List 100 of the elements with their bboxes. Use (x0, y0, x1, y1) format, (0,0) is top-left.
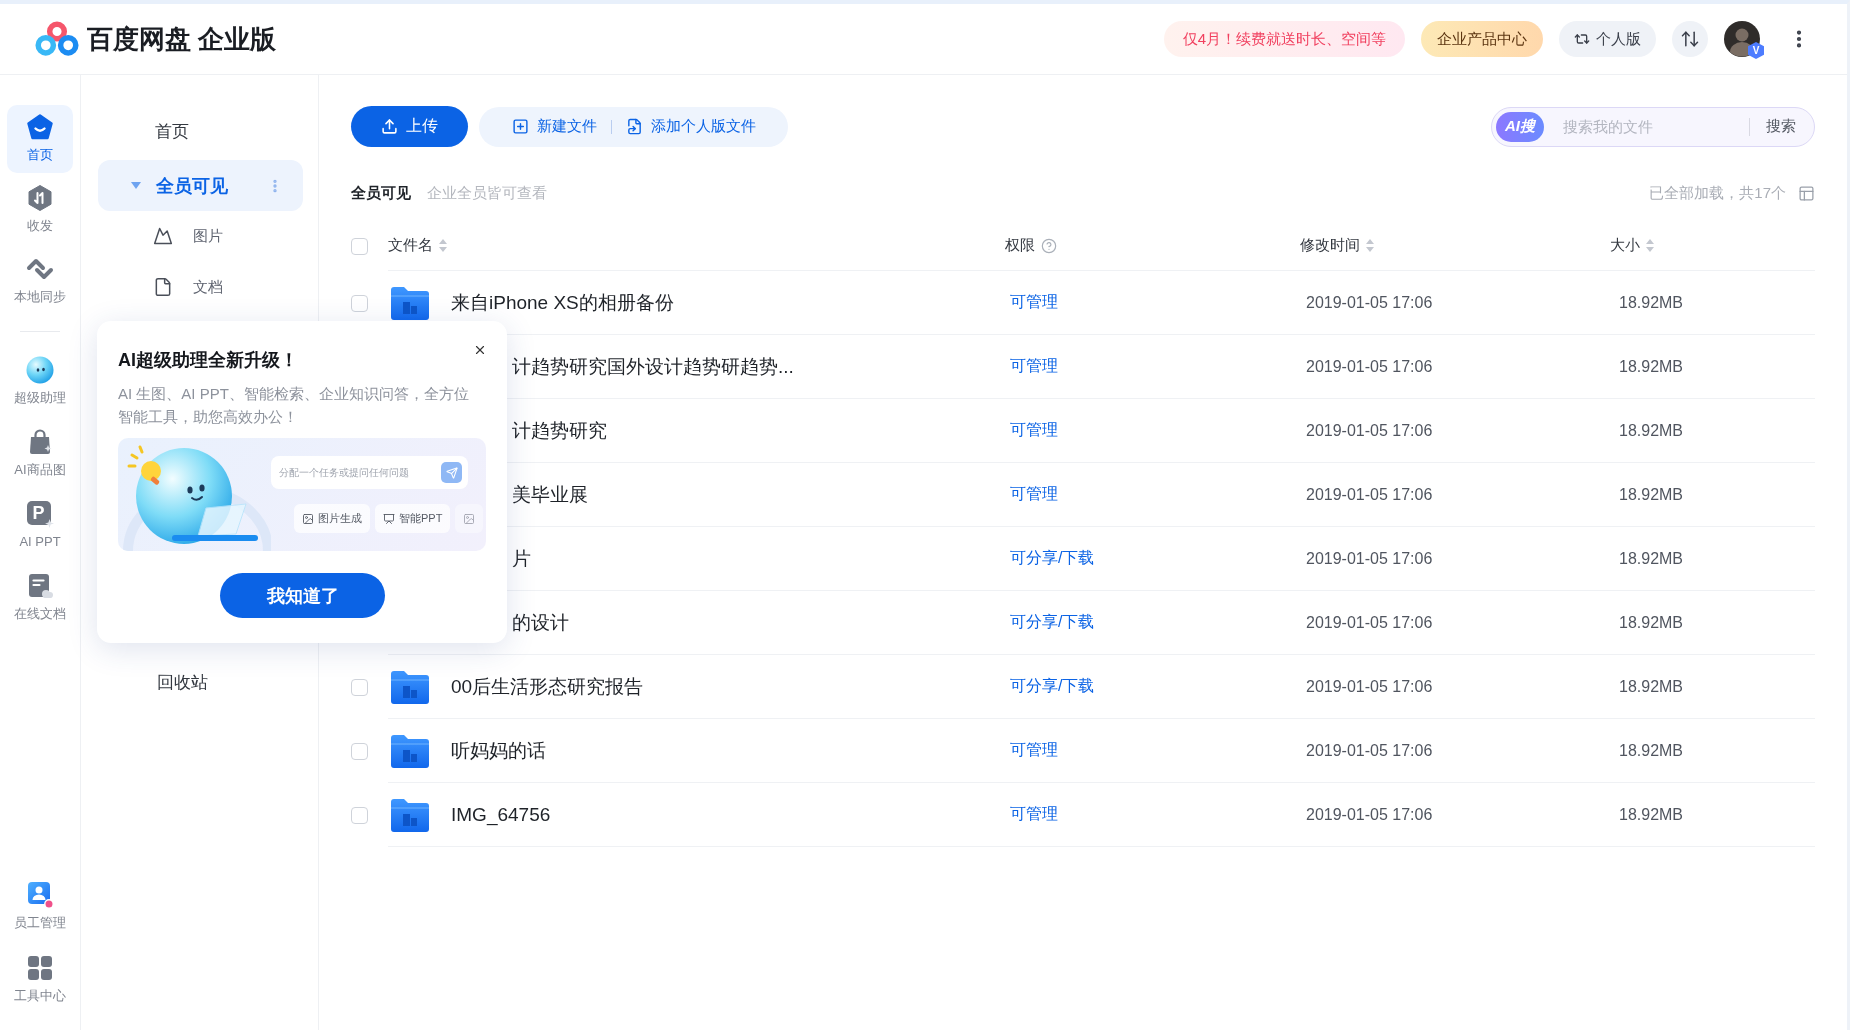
promo-button[interactable]: 仅4月！续费就送时长、空间等 (1163, 21, 1405, 57)
file-size: 18.92MB (1619, 613, 1684, 632)
hexagon-arrows-icon (26, 184, 54, 212)
permission-link[interactable]: 可管理 (1010, 740, 1058, 761)
action-button[interactable]: 添加个人版文件 (626, 117, 756, 136)
search-field[interactable]: AI搜 搜索我的文件 搜索 (1491, 106, 1815, 147)
permission-link[interactable]: 可管理 (1010, 420, 1058, 441)
checkbox[interactable] (351, 806, 368, 824)
file-name[interactable]: 美毕业展 (512, 481, 588, 508)
folder-subtitle: 企业全员皆可查看 (427, 183, 547, 203)
checkbox[interactable] (351, 742, 368, 760)
verified-badge: V (1748, 42, 1764, 59)
file-name[interactable]: IMG_64756 (451, 803, 551, 826)
load-summary: 已全部加载，共17个 (1649, 183, 1786, 203)
checkbox[interactable] (351, 237, 368, 255)
modified-time: 2019-01-05 17:06 (1306, 485, 1433, 504)
home-icon (26, 113, 54, 141)
feature-chip: 智能PPT (375, 504, 451, 533)
image-icon (463, 512, 476, 525)
file-size: 18.92MB (1619, 421, 1684, 440)
folder-icon (390, 732, 430, 769)
close-icon[interactable] (473, 343, 487, 357)
sort-icon[interactable] (1366, 239, 1374, 252)
column-header[interactable]: 大小 (1610, 236, 1640, 255)
app-title: 百度网盘 企业版 (87, 22, 277, 56)
help-icon[interactable] (1041, 237, 1057, 254)
file-size: 18.92MB (1619, 741, 1684, 760)
file-name[interactable]: 的设计 (512, 609, 569, 636)
rail-nav-item[interactable]: AI商品图 (7, 420, 73, 488)
up-down-arrows-icon (1680, 29, 1700, 49)
personal-edition-button[interactable]: 个人版 (1559, 21, 1656, 57)
feature-chip: 图片生成 (294, 504, 370, 533)
send-icon (441, 462, 462, 483)
file-size: 18.92MB (1619, 293, 1684, 312)
column-header[interactable]: 文件名 (388, 236, 433, 255)
transfer-button[interactable] (1672, 21, 1708, 57)
upload-button[interactable]: 上传 (351, 106, 468, 147)
sidebar-subitem[interactable]: 文档 (81, 264, 318, 310)
swap-icon (1574, 31, 1590, 47)
modified-time: 2019-01-05 17:06 (1306, 613, 1433, 632)
rail-nav-item[interactable]: P AI PPT (7, 492, 73, 560)
modified-time: 2019-01-05 17:06 (1306, 421, 1433, 440)
file-name[interactable]: 计趋势研究国外设计趋势研趋势... (512, 353, 794, 380)
file-size: 18.92MB (1619, 549, 1684, 568)
folder-title: 全员可见 (351, 183, 411, 203)
permission-link[interactable]: 可管理 (1010, 804, 1058, 825)
checkbox[interactable] (351, 294, 368, 312)
modified-time: 2019-01-05 17:06 (1306, 293, 1433, 312)
permission-link[interactable]: 可分享/下载 (1010, 676, 1095, 697)
plus-square-icon (512, 118, 529, 135)
rail-nav-item[interactable]: 在线文档 (7, 564, 73, 632)
permission-link[interactable]: 可管理 (1010, 292, 1058, 313)
got-it-button[interactable]: 我知道了 (220, 573, 385, 618)
mountain-icon (153, 226, 173, 246)
sidebar-subitem[interactable]: 图片 (81, 213, 318, 259)
image-icon (302, 512, 314, 525)
product-center-button[interactable]: 企业产品中心 (1421, 21, 1543, 57)
permission-link[interactable]: 可管理 (1010, 356, 1058, 377)
file-size: 18.92MB (1619, 357, 1684, 376)
sidebar-item[interactable]: 回收站 (81, 662, 318, 702)
rail-nav-item[interactable]: 本地同步 (7, 247, 73, 315)
file-name[interactable]: 片 (512, 545, 531, 572)
file-name[interactable]: 计趋势研究 (512, 417, 607, 444)
checkbox[interactable] (351, 678, 368, 696)
modified-time: 2019-01-05 17:06 (1306, 357, 1433, 376)
folder-icon (390, 796, 430, 833)
layout-icon[interactable] (1798, 184, 1815, 202)
rail-nav-item[interactable]: 收发 (7, 176, 73, 244)
rail-nav-item[interactable]: 员工管理 (7, 873, 73, 941)
ai-search-badge: AI搜 (1496, 111, 1544, 142)
sort-icon[interactable] (439, 239, 447, 252)
sidebar-item[interactable]: 全员可见 (98, 160, 303, 211)
permission-link[interactable]: 可分享/下载 (1010, 612, 1095, 633)
file-name[interactable]: 来自iPhone XS的相册备份 (451, 289, 674, 316)
caret-icon[interactable] (131, 181, 141, 190)
logo-icon (35, 21, 79, 57)
rail-nav-item[interactable]: 首页 (7, 105, 73, 173)
column-header: 权限 (1005, 236, 1035, 255)
popup-description: AI 生图、AI PPT、智能检索、企业知识问答，全方位智能工具，助您高效办公！ (118, 384, 470, 427)
sort-icon[interactable] (1646, 239, 1654, 252)
modified-time: 2019-01-05 17:06 (1306, 549, 1433, 568)
file-name[interactable]: 00后生活形态研究报告 (451, 673, 644, 700)
permission-link[interactable]: 可管理 (1010, 484, 1058, 505)
action-button[interactable]: 新建文件 (512, 117, 597, 136)
permission-link[interactable]: 可分享/下载 (1010, 548, 1095, 569)
modified-time: 2019-01-05 17:06 (1306, 677, 1433, 696)
folder-icon (390, 668, 430, 705)
rail-nav-item[interactable]: 超级助理 (7, 348, 73, 416)
slides-icon (383, 512, 395, 525)
column-header[interactable]: 修改时间 (1300, 236, 1360, 255)
rail-nav-item[interactable]: 工具中心 (7, 946, 73, 1014)
sidebar-item[interactable]: 首页 (81, 111, 318, 151)
modified-time: 2019-01-05 17:06 (1306, 805, 1433, 824)
popup-title: AI超级助理全新升级！ (118, 349, 298, 372)
file-size: 18.92MB (1619, 485, 1684, 504)
search-button[interactable]: 搜索 (1766, 117, 1796, 136)
file-size: 18.92MB (1619, 805, 1684, 824)
avatar[interactable] (1724, 21, 1760, 57)
file-icon (153, 277, 173, 297)
file-name[interactable]: 听妈妈的话 (451, 737, 546, 764)
